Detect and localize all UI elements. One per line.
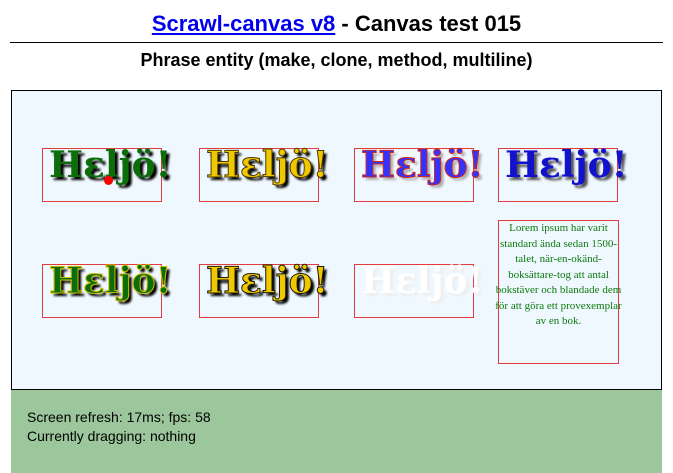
status-report: Screen refresh: 17ms; fps: 58 Currently … — [11, 390, 662, 473]
phrase-text-7: Hɛljö! — [361, 260, 484, 302]
page-title-text: - Canvas test 015 — [335, 11, 522, 36]
phrase-entity-1[interactable]: Hɛljö! — [42, 145, 171, 202]
phrase-text-4: Hɛljö! — [505, 144, 628, 186]
phrase-entity-2[interactable]: Hɛljö! — [199, 145, 329, 202]
phrase-entity-7[interactable]: Hɛljö! — [354, 261, 483, 318]
phrase-entity-3[interactable]: Hɛljö! — [354, 145, 484, 202]
phrase-text-2: Hɛljö! — [206, 144, 329, 186]
multiline-phrase-text: Lorem ipsum har varit standard ända seda… — [495, 222, 622, 327]
dragging-readout: Currently dragging: nothing — [27, 428, 196, 444]
phrase-text-6: Hɛljö! — [206, 260, 329, 302]
phrase-entity-5[interactable]: Hɛljö! — [42, 261, 172, 318]
pivot-handle[interactable] — [104, 176, 113, 185]
phrase-entity-6[interactable]: Hɛljö! — [199, 261, 329, 318]
phrase-entity-4[interactable]: Hɛljö! — [498, 145, 627, 202]
title-divider — [10, 42, 663, 43]
page-subtitle: Phrase entity (make, clone, method, mult… — [140, 50, 533, 70]
phrase-text-3: Hɛljö! — [361, 144, 484, 186]
phrase-text-5: Hɛljö! — [49, 260, 172, 302]
scrawl-canvas-home-link[interactable]: Scrawl-canvas v8 — [152, 11, 335, 36]
demo-canvas[interactable]: Hɛljö! Hɛljö! Hɛljö! Hɛljö! Hɛljö! Hɛljö… — [11, 90, 662, 390]
screen-refresh-readout: Screen refresh: 17ms; fps: 58 — [27, 409, 211, 425]
page-title: Scrawl-canvas v8 - Canvas test 015 — [0, 10, 673, 38]
multiline-phrase-entity[interactable]: Lorem ipsum har varit standard ända seda… — [495, 220, 622, 364]
